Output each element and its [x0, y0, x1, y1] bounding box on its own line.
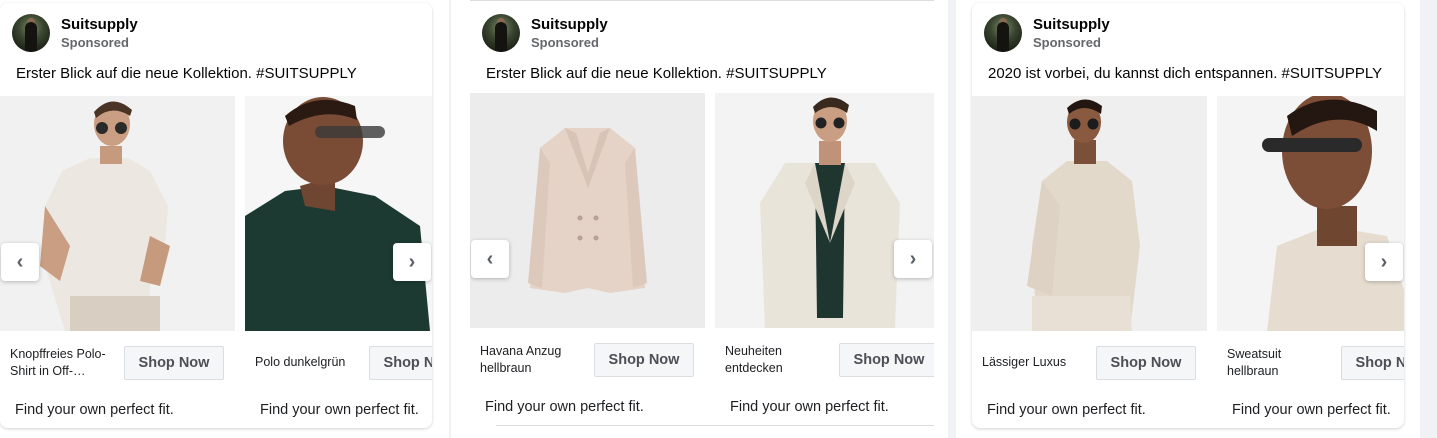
chevron-right-icon[interactable]: › [1365, 243, 1403, 281]
shop-now-button[interactable]: Shop Now [594, 343, 694, 377]
item-title[interactable]: Lässiger Luxus [982, 354, 1090, 371]
ad-card-2: Suitsupply Sponsored Erster Blick auf di… [470, 0, 934, 438]
shop-now-button[interactable]: Shop Now [839, 343, 934, 377]
ad-card-3: Suitsupply Sponsored 2020 ist vorbei, du… [972, 3, 1404, 428]
chevron-left-icon[interactable]: ‹ [1, 243, 39, 281]
shop-now-button[interactable]: Shop Now [369, 346, 432, 380]
item-description: Find your own perfect fit. [15, 402, 174, 418]
shop-now-button[interactable]: Shop Now [1341, 346, 1404, 380]
brand-name[interactable]: Suitsupply [1033, 16, 1110, 33]
brand-name[interactable]: Suitsupply [531, 16, 608, 33]
ad-caption: Erster Blick auf die neue Kollektion. #S… [16, 65, 357, 82]
sponsored-label[interactable]: Sponsored [1033, 35, 1101, 50]
divider [496, 425, 934, 426]
item-description: Find your own perfect fit. [485, 399, 644, 415]
suitsupply-avatar-icon[interactable] [12, 14, 50, 52]
suitsupply-avatar-icon[interactable] [984, 14, 1022, 52]
chevron-right-icon[interactable]: › [894, 240, 932, 278]
carousel: Knopffreies Polo-Shirt in Off-… Shop Now… [0, 96, 432, 428]
suitsupply-avatar-icon[interactable] [482, 14, 520, 52]
shop-now-button[interactable]: Shop Now [1096, 346, 1196, 380]
sponsored-label[interactable]: Sponsored [531, 35, 599, 50]
carousel-item[interactable]: Lässiger Luxus Shop Now Find your own pe… [972, 96, 1207, 428]
product-image[interactable] [245, 96, 432, 331]
carousel: Havana Anzug hellbraun Shop Now Find you… [470, 93, 934, 428]
item-title[interactable]: Polo dunkelgrün [255, 354, 363, 371]
product-image[interactable] [972, 96, 1207, 331]
product-image[interactable] [1217, 96, 1404, 331]
item-description: Find your own perfect fit. [987, 402, 1146, 418]
brand-name[interactable]: Suitsupply [61, 16, 138, 33]
ad-card-1: Suitsupply Sponsored Erster Blick auf di… [0, 3, 432, 428]
item-title[interactable]: Sweatsuit hellbraun [1227, 346, 1335, 380]
item-title[interactable]: Knopffreies Polo-Shirt in Off-… [10, 346, 118, 380]
item-description: Find your own perfect fit. [260, 402, 419, 418]
ad-top-border [470, 0, 934, 1]
shop-now-button[interactable]: Shop Now [124, 346, 224, 380]
chevron-right-icon[interactable]: › [393, 243, 431, 281]
carousel: Lässiger Luxus Shop Now Find your own pe… [972, 96, 1404, 428]
item-title[interactable]: Havana Anzug hellbraun [480, 343, 588, 377]
item-title[interactable]: Neuheiten entdecken [725, 343, 833, 377]
ad-caption: Erster Blick auf die neue Kollektion. #S… [486, 65, 827, 82]
ad-caption: 2020 ist vorbei, du kannst dich entspann… [988, 65, 1383, 82]
product-image[interactable] [0, 96, 235, 331]
product-image[interactable] [470, 93, 705, 328]
item-description: Find your own perfect fit. [1232, 402, 1391, 418]
item-description: Find your own perfect fit. [730, 399, 889, 415]
sponsored-label[interactable]: Sponsored [61, 35, 129, 50]
product-image[interactable] [715, 93, 934, 328]
chevron-left-icon[interactable]: ‹ [471, 240, 509, 278]
